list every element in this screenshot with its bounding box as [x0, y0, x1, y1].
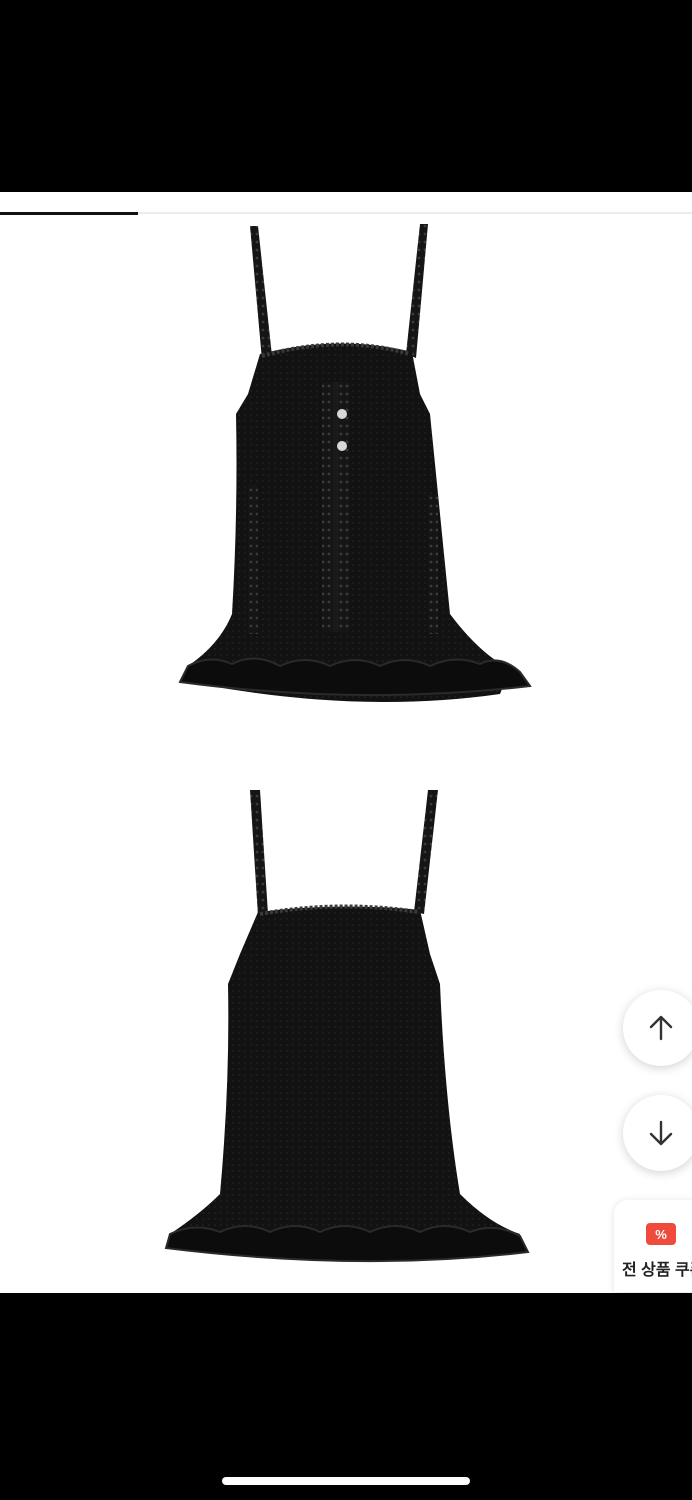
product-detail-view[interactable]: % 전 상품 쿠폰 — [0, 192, 692, 1293]
home-indicator[interactable] — [222, 1477, 470, 1485]
bottom-bar-area — [0, 1293, 692, 1500]
scroll-up-button[interactable] — [623, 990, 692, 1066]
coupon-label: 전 상품 쿠폰 — [622, 1262, 692, 1279]
status-bar-area — [0, 0, 692, 192]
arrow-up-icon — [649, 1015, 673, 1041]
camisole-back-illustration — [164, 790, 530, 1263]
scroll-down-button[interactable] — [623, 1095, 692, 1171]
product-image-back[interactable] — [110, 784, 590, 1274]
camisole-front-illustration — [178, 224, 532, 702]
arrow-down-icon — [649, 1120, 673, 1146]
product-image-front[interactable] — [110, 214, 590, 714]
coupon-button[interactable]: % 전 상품 쿠폰 — [614, 1200, 692, 1292]
coupon-icon: % — [646, 1223, 676, 1245]
